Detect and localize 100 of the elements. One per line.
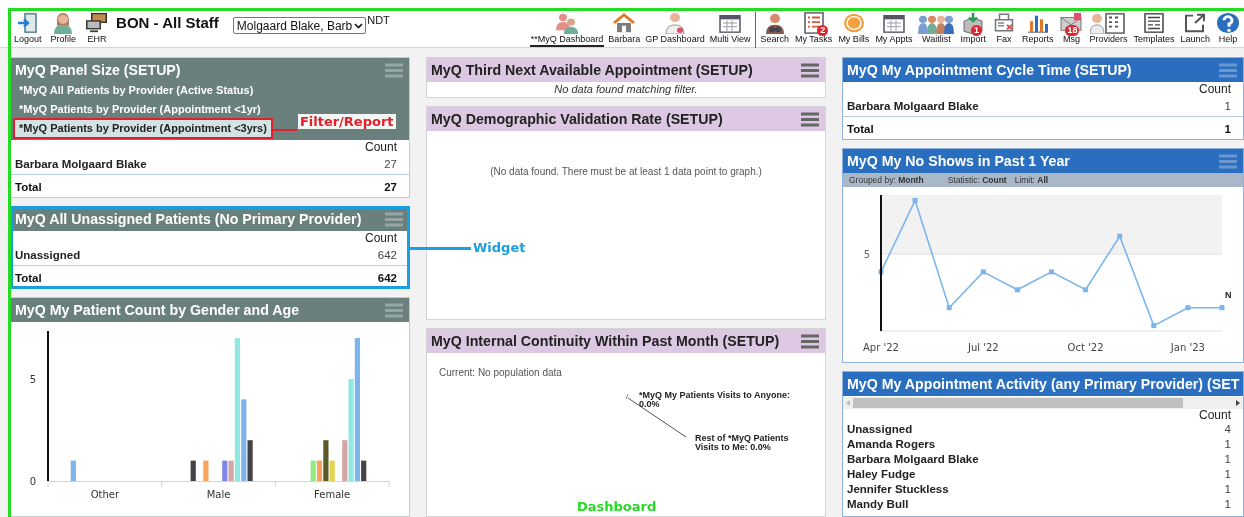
dashboard-tab[interactable]: Multi View xyxy=(708,12,752,45)
envelope-icon xyxy=(1059,12,1084,34)
help-icon xyxy=(1216,12,1240,34)
table-cell: Unassigned xyxy=(15,248,81,262)
axis-tick-label: 0 xyxy=(29,476,36,487)
launch-icon xyxy=(1183,12,1208,34)
widget-title: MyQ My Appointment Cycle Time (SETUP) xyxy=(847,61,1132,79)
table-cell: 4 xyxy=(1224,422,1231,437)
monitors-icon xyxy=(85,12,110,34)
widget-title: MyQ My No Shows in Past 1 Year xyxy=(847,152,1070,170)
toolbar-button[interactable]: My Bills xyxy=(837,12,871,45)
table-cell: Barbara Molgaard Blake xyxy=(15,157,147,171)
coin-icon xyxy=(841,12,866,34)
toolbar-button[interactable]: Reports xyxy=(1020,12,1055,45)
table-cell: Amanda Rogers xyxy=(847,437,936,452)
widget-title: MyQ Internal Continuity Within Past Month (SETUP) xyxy=(431,332,780,350)
horizontal-scrollbar[interactable] xyxy=(843,397,1243,409)
table-cell: 1 xyxy=(1224,122,1231,136)
menu-icon[interactable] xyxy=(801,63,819,78)
axis-tick-label: Jul '22 xyxy=(967,342,999,353)
scrollbar-thumb[interactable] xyxy=(853,398,1183,408)
table-cell: 1 xyxy=(1224,467,1231,482)
table-cell: Haley Fudge xyxy=(847,467,916,482)
table-cell: Total xyxy=(15,271,42,285)
widget-title: MyQ Third Next Available Appointment (SETUP) xyxy=(431,61,753,79)
empty-message: No data found matching filter. xyxy=(553,82,699,97)
toolbar-button[interactable]: Launch xyxy=(1179,12,1211,45)
category-label: Other xyxy=(90,489,120,500)
axis-tick-label: Oct '22 xyxy=(1067,342,1104,353)
table-cell: Mandy Bull xyxy=(847,497,909,512)
right-arrow-icon[interactable] xyxy=(1236,400,1240,406)
calendar-icon xyxy=(718,12,743,34)
category-label: Male xyxy=(206,489,231,500)
axis-tick-label: Jan '23 xyxy=(1170,342,1205,353)
toolbar-button[interactable]: Help xyxy=(1215,12,1241,45)
toolbar-button[interactable]: Templates xyxy=(1132,12,1176,45)
table-cell: 1 xyxy=(1224,497,1231,512)
leader-line xyxy=(270,128,297,131)
caret-icon xyxy=(354,22,364,29)
doctor-icon xyxy=(662,12,687,34)
table-cell: Jennifer Stuckless xyxy=(847,482,949,497)
column-header: Count xyxy=(363,231,398,246)
menu-icon[interactable] xyxy=(801,112,819,127)
logout-icon xyxy=(15,12,40,34)
callout-label: Filter/Report xyxy=(297,114,396,129)
app-title: BON - All Staff xyxy=(116,14,219,31)
toolbar-button[interactable]: Search xyxy=(759,12,791,45)
chart-setting: Statistic: Count xyxy=(947,175,1007,185)
widget-title: MyQ Demographic Validation Rate (SETUP) xyxy=(431,110,723,128)
toolbar-button[interactable]: Profile xyxy=(49,12,78,45)
chart-setting: Grouped by: Month xyxy=(849,175,924,185)
people-icon xyxy=(554,12,579,34)
axis-tick-label: 5 xyxy=(29,374,36,385)
toolbar-button[interactable]: Waitlist xyxy=(917,12,956,45)
axis-tick-label: Apr '22 xyxy=(863,342,899,353)
count-badge: 2 xyxy=(817,25,829,36)
count-badge: 1 xyxy=(970,25,982,36)
slice-label: *MyQ My Patients Visits to Anyone: 0.0% xyxy=(639,391,792,409)
house-icon xyxy=(612,12,637,34)
table-cell: 642 xyxy=(377,248,397,262)
widget-title: MyQ My Patient Count by Gender and Age xyxy=(15,301,300,319)
provider-select[interactable]: Molgaard Blake, Barb xyxy=(232,17,367,34)
callout-label: Dashboard xyxy=(577,499,657,514)
toolbar-button[interactable]: My Appts xyxy=(874,12,914,45)
table-cell: 27 xyxy=(384,180,397,194)
table-cell: 1 xyxy=(1224,99,1231,113)
pie-slice xyxy=(625,393,629,400)
leader-line xyxy=(409,246,471,250)
dashboard-tab[interactable]: GP Dashboard xyxy=(644,12,706,45)
toolbar-button[interactable]: Msg 18 xyxy=(1058,12,1085,45)
toolbar-button[interactable]: Import 1 xyxy=(959,12,987,45)
toolbar-button[interactable]: EHR xyxy=(84,12,111,45)
site-code: NDT xyxy=(367,14,390,26)
dashboard-tab[interactable]: **MyQ Dashboard xyxy=(529,12,605,47)
table-cell: Barbara Molgaard Blake xyxy=(847,99,979,113)
category-label: Female xyxy=(314,489,351,500)
table-cell: 1 xyxy=(1224,437,1231,452)
filter-item[interactable]: *MyQ All Patients by Provider (Active Status) xyxy=(15,82,258,99)
dashboard-tab[interactable]: Barbara xyxy=(607,12,642,45)
widget-title: MyQ Panel Size (SETUP) xyxy=(15,61,181,79)
axis-tick-label: 5 xyxy=(863,249,870,261)
column-header: Count xyxy=(1197,409,1232,422)
data-label: N xyxy=(1225,289,1232,300)
toolbar-button[interactable]: Logout xyxy=(13,12,43,45)
toolbar-button[interactable]: Fax xyxy=(990,12,1017,45)
empty-message: (No data found. There must be at least 1 data point to graph.) xyxy=(490,166,762,177)
callout-label: Widget xyxy=(473,239,526,255)
toolbar-button[interactable]: My Tasks 2 xyxy=(794,12,834,45)
table-cell: Barbara Molgaard Blake xyxy=(847,452,979,467)
toolbar-button[interactable]: Providers xyxy=(1088,12,1129,45)
slice-label: Rest of *MyQ Patients Visits to Me: 0.0% xyxy=(695,434,790,452)
table-cell: 642 xyxy=(377,271,397,285)
chart-setting: Limit: All xyxy=(1014,175,1049,185)
left-arrow-icon[interactable] xyxy=(846,400,850,406)
document-icon xyxy=(1141,12,1166,34)
menu-icon[interactable] xyxy=(801,334,819,349)
table-cell: 1 xyxy=(1224,452,1231,467)
calendar-icon xyxy=(881,12,906,34)
status-text: Current: No population data xyxy=(439,367,562,378)
count-badge: 18 xyxy=(1065,25,1080,36)
